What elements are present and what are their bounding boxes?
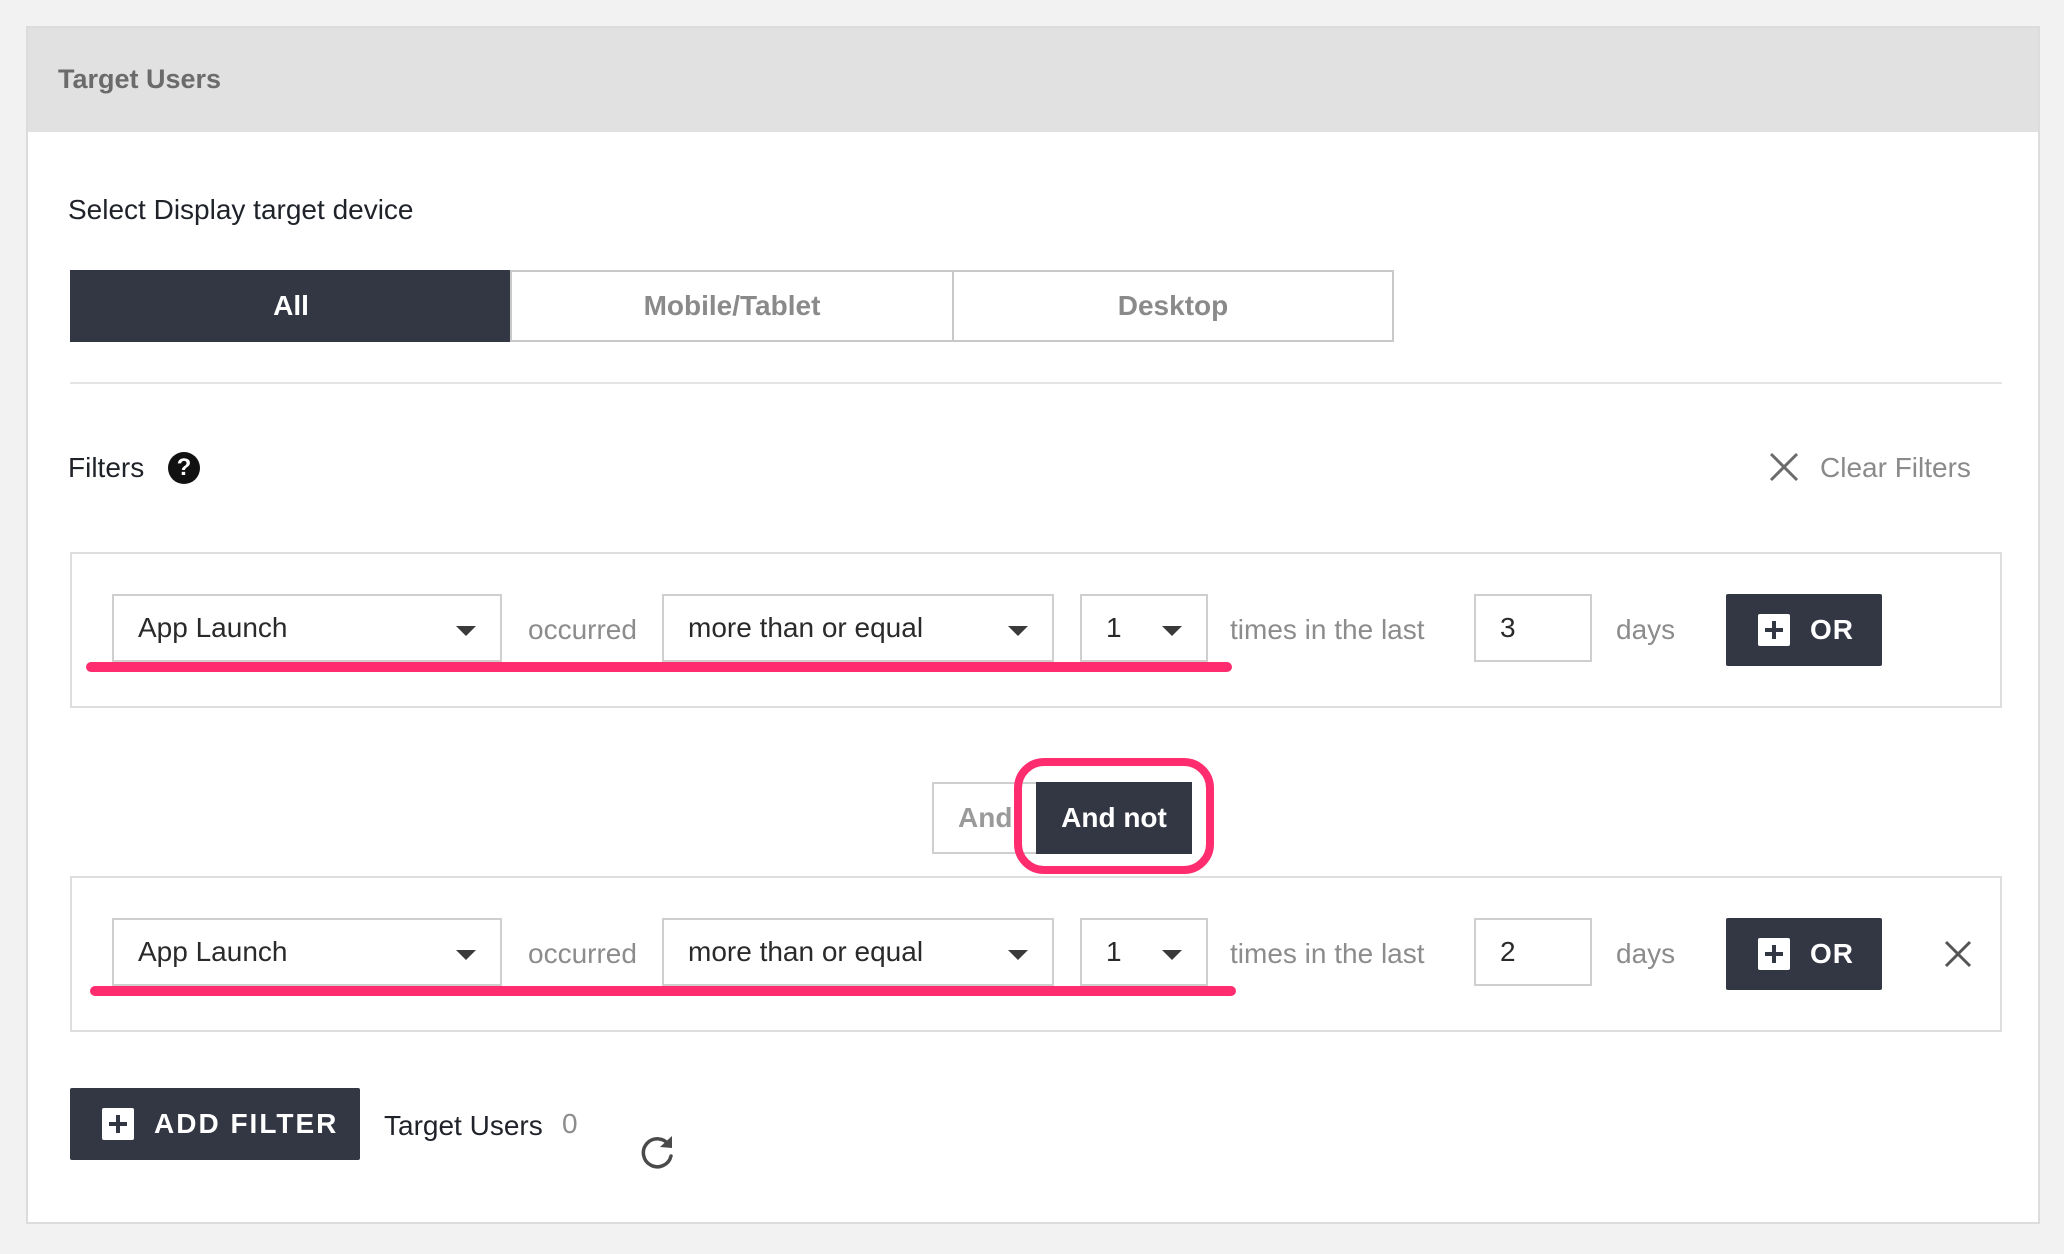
plus-icon (1758, 938, 1790, 970)
device-option-desktop[interactable]: Desktop (952, 270, 1394, 342)
device-option-all[interactable]: All (70, 270, 512, 342)
operator-select-value: more than or equal (688, 936, 924, 967)
section-divider (70, 382, 2002, 384)
times-in-last-text: times in the last (1230, 614, 1425, 645)
event-select[interactable]: App Launch (112, 918, 502, 986)
filter-row-2: App Launch occurred more than or equal 1… (70, 876, 2002, 1032)
clear-filters-x-icon[interactable] (1768, 451, 1800, 483)
filter-row-1: App Launch occurred more than or equal 1… (70, 552, 2002, 708)
or-button-label: OR (1810, 614, 1854, 645)
days-text: days (1616, 938, 1676, 969)
count-select-value: 1 (1106, 612, 1122, 643)
clear-filters-button[interactable]: Clear Filters (1820, 452, 1971, 484)
target-users-label: Target Users (384, 1110, 543, 1141)
operator-select[interactable]: more than or equal (662, 918, 1054, 986)
target-users-panel: Target Users Select Display target devic… (26, 26, 2040, 1224)
chevron-down-icon (456, 626, 476, 636)
times-in-last-text: times in the last (1230, 938, 1425, 969)
highlight-underline (86, 662, 1232, 672)
chevron-down-icon (1008, 950, 1028, 960)
highlight-ring (1014, 758, 1214, 874)
add-filter-label: ADD FILTER (154, 1108, 339, 1139)
add-filter-button[interactable]: ADD FILTER (70, 1088, 360, 1160)
chevron-down-icon (1008, 626, 1028, 636)
chevron-down-icon (456, 950, 476, 960)
or-button[interactable]: OR (1726, 594, 1882, 666)
refresh-icon[interactable] (638, 1132, 678, 1172)
occurred-text: occurred (528, 938, 637, 969)
days-input[interactable]: 3 (1474, 594, 1592, 662)
or-button-label: OR (1810, 938, 1854, 969)
highlight-underline (90, 986, 1236, 996)
count-select[interactable]: 1 (1080, 594, 1208, 662)
operator-select[interactable]: more than or equal (662, 594, 1054, 662)
days-input[interactable]: 2 (1474, 918, 1592, 986)
plus-icon (102, 1108, 134, 1140)
chevron-down-icon (1162, 950, 1182, 960)
count-select[interactable]: 1 (1080, 918, 1208, 986)
or-button[interactable]: OR (1726, 918, 1882, 990)
device-select-label: Select Display target device (68, 194, 414, 225)
chevron-down-icon (1162, 626, 1182, 636)
event-select[interactable]: App Launch (112, 594, 502, 662)
filters-heading: Filters (68, 452, 145, 483)
count-select-value: 1 (1106, 936, 1122, 967)
remove-filter-x-icon[interactable] (1942, 938, 1974, 970)
panel-header: Target Users (28, 28, 2038, 132)
event-select-value: App Launch (138, 936, 288, 967)
event-select-value: App Launch (138, 612, 288, 643)
target-users-count: 0 (562, 1108, 578, 1139)
days-text: days (1616, 614, 1676, 645)
question-circle-icon[interactable]: ? (168, 452, 200, 484)
panel-title: Target Users (58, 64, 222, 94)
plus-icon (1758, 614, 1790, 646)
occurred-text: occurred (528, 614, 637, 645)
operator-select-value: more than or equal (688, 612, 924, 643)
device-option-mobile-tablet[interactable]: Mobile/Tablet (510, 270, 954, 342)
